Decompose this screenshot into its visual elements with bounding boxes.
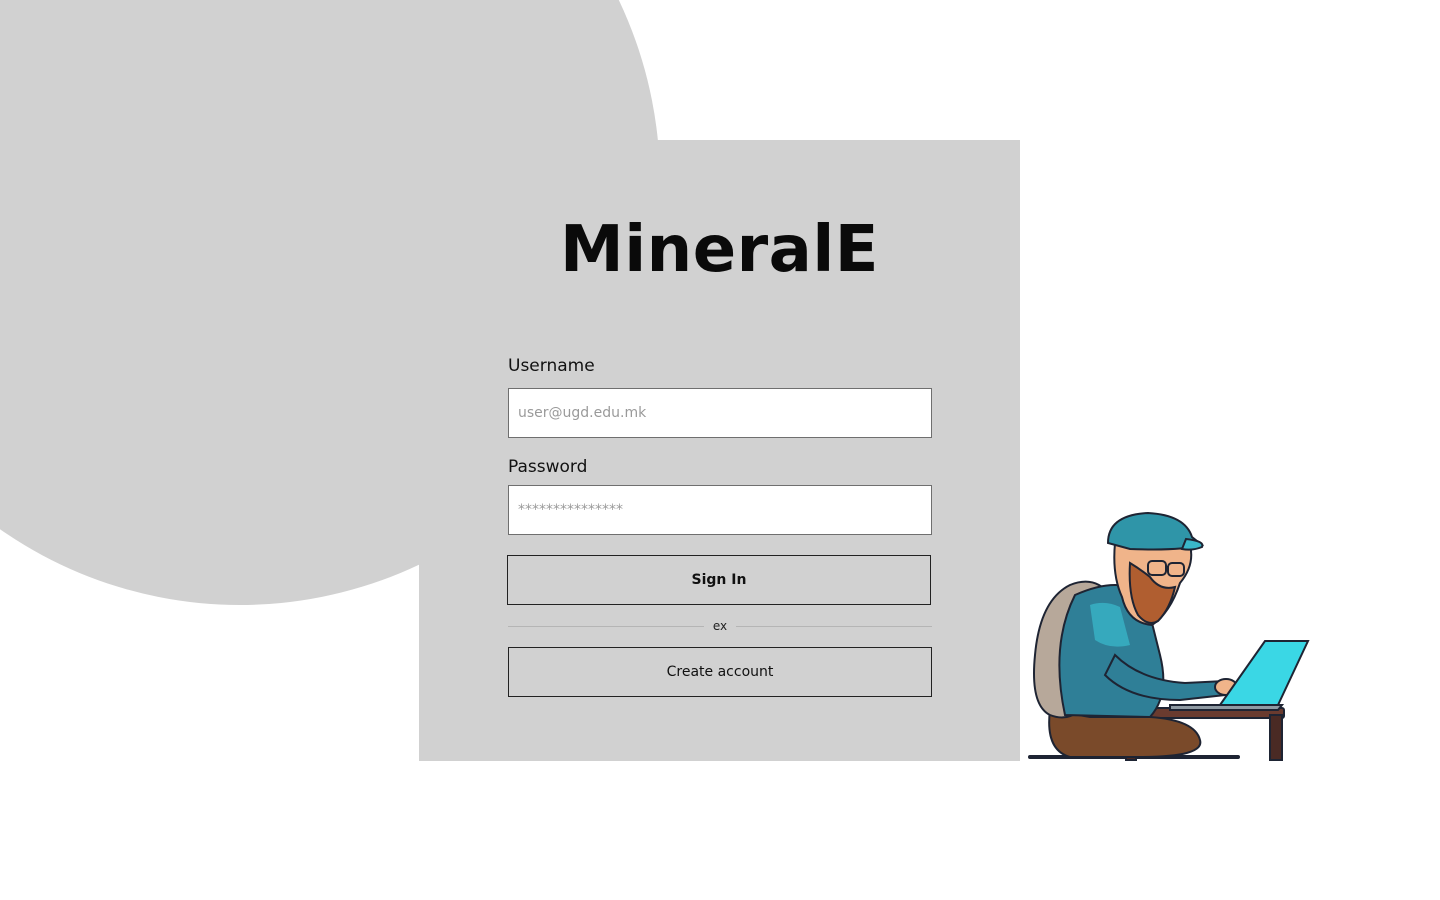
developer-with-laptop-illustration: [1028, 511, 1310, 761]
laptop-base: [1169, 704, 1285, 711]
username-input[interactable]: [508, 388, 932, 438]
cap-brim: [1180, 537, 1204, 551]
app-title: MineralE: [560, 213, 879, 287]
divider-line-right: [736, 626, 932, 627]
password-label: Password: [508, 457, 588, 477]
login-card: MineralE Username Password Sign In ex Cr…: [419, 140, 1020, 761]
divider: ex: [508, 618, 932, 634]
login-page: MineralE Username Password Sign In ex Cr…: [0, 0, 1440, 900]
password-input[interactable]: [508, 485, 932, 535]
laptop-screen: [1218, 640, 1310, 706]
create-account-button[interactable]: Create account: [508, 647, 932, 697]
sign-in-button[interactable]: Sign In: [507, 555, 931, 605]
username-label: Username: [508, 356, 595, 376]
